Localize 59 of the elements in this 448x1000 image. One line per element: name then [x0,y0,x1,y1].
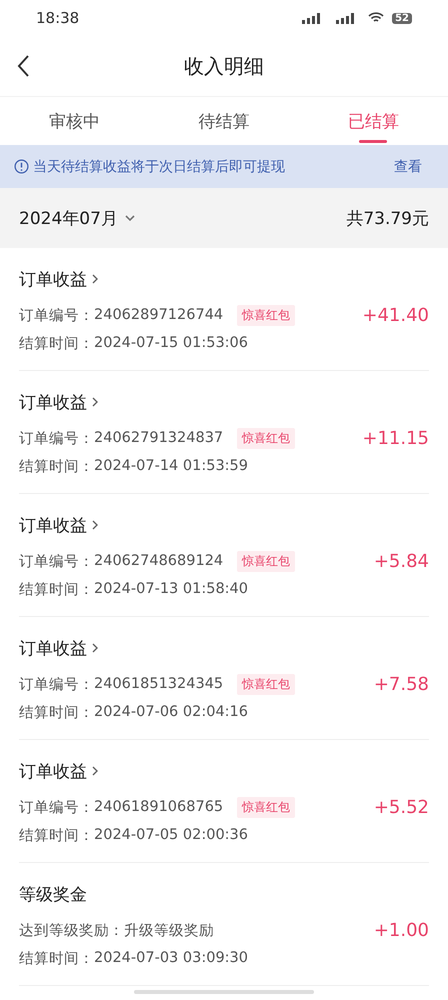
tab[interactable]: 待结算 [149,97,299,145]
month-picker[interactable]: 2024年07月 [19,206,136,230]
amount: +11.15 [362,428,429,448]
chevron-right-icon [91,642,99,654]
notice-text: 当天待结算收益将于次日结算后即可提现 [33,158,286,176]
field-label: 订单编号： [19,552,94,570]
field-label: 订单编号： [19,676,94,694]
field-value: 24061851324345 [94,676,224,692]
field-label: 结算时间： [19,334,94,352]
chevron-right-icon [91,765,99,777]
chevron-right-icon [91,519,99,531]
field-label: 订单编号： [19,306,94,324]
record-title: 等级奖金 [19,884,87,906]
field-value: 24062791324837 [94,430,224,446]
amount: +41.40 [362,304,429,326]
settle-time: 2024-07-06 02:04:16 [94,704,248,720]
clock-time: 18:38 [36,9,80,27]
field-value: 24061891068765 [94,799,224,815]
field-value: 24062748689124 [94,553,224,569]
info-icon [14,159,29,174]
view-link[interactable]: 查看 [394,158,422,176]
chevron-right-icon [91,396,99,408]
settle-time: 2024-07-05 02:00:36 [94,827,248,843]
tab[interactable]: 已结算 [298,97,448,145]
settle-time: 2024-07-13 01:58:40 [94,581,248,597]
record-title[interactable]: 订单收益 [19,390,87,414]
record-title[interactable]: 订单收益 [19,636,87,660]
bonus-tag: 惊喜红包 [237,796,296,818]
chevron-right-icon [91,273,99,285]
amount: +7.58 [374,674,429,694]
field-value: 升级等级奖励 [124,922,214,940]
field-label: 订单编号： [19,798,94,816]
record-title[interactable]: 订单收益 [19,268,87,290]
bonus-tag: 惊喜红包 [237,674,296,694]
wifi-icon [368,12,384,24]
bonus-tag: 惊喜红包 [237,304,296,326]
chevron-down-icon [124,214,136,222]
field-label: 结算时间： [19,458,94,476]
settle-time: 2024-07-15 01:53:06 [94,335,248,351]
month-total: 共73.79元 [346,208,429,230]
field-value: 24062897126744 [94,307,224,323]
amount: +5.84 [374,550,429,572]
amount: +1.00 [374,920,429,940]
field-label: 订单编号： [19,430,94,448]
tab[interactable]: 审核中 [0,97,150,145]
settle-time: 2024-07-14 01:53:59 [94,458,248,474]
bonus-tag: 惊喜红包 [237,428,296,448]
field-label: 结算时间： [19,580,94,598]
bonus-tag: 惊喜红包 [237,550,296,572]
field-label: 结算时间： [19,704,94,722]
amount: +5.52 [374,796,429,818]
record-title[interactable]: 订单收益 [19,760,87,782]
field-label: 结算时间： [19,950,94,968]
settle-time: 2024-07-03 03:09:30 [94,950,248,966]
page-title: 收入明细 [183,52,265,80]
field-label: 结算时间： [19,826,94,844]
battery-icon: 52 [392,12,412,24]
record-title[interactable]: 订单收益 [19,514,87,536]
field-label: 达到等级奖励： [19,922,124,940]
